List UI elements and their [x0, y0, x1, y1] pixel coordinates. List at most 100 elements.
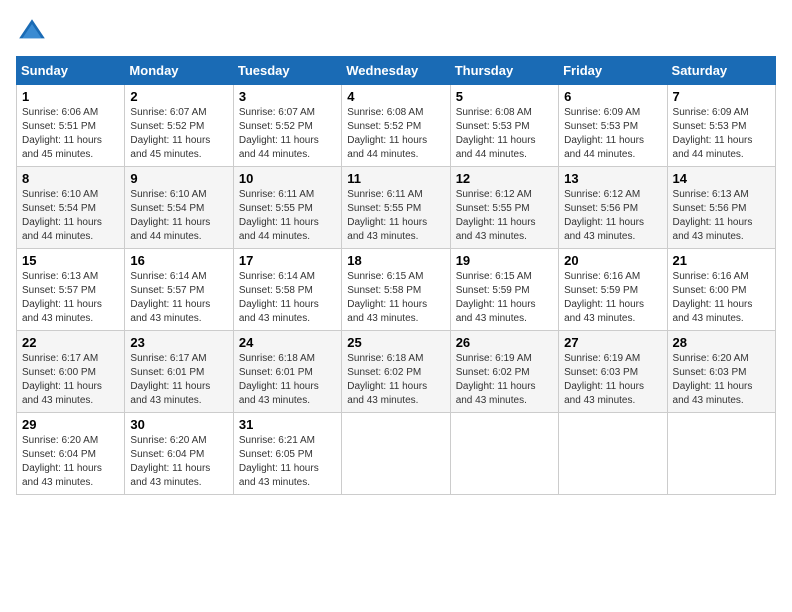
calendar-cell: 4 Sunrise: 6:08 AM Sunset: 5:52 PM Dayli… — [342, 85, 450, 167]
day-info: Sunrise: 6:09 AM Sunset: 5:53 PM Dayligh… — [564, 106, 661, 162]
calendar-cell: 29 Sunrise: 6:20 AM Sunset: 6:04 PM Dayl… — [17, 413, 125, 495]
day-number: 28 — [673, 335, 770, 350]
calendar-cell — [342, 413, 450, 495]
day-number: 21 — [673, 253, 770, 268]
day-info: Sunrise: 6:09 AM Sunset: 5:53 PM Dayligh… — [673, 106, 770, 162]
day-number: 22 — [22, 335, 119, 350]
day-number: 13 — [564, 171, 661, 186]
page-header — [16, 16, 776, 48]
column-header-sunday: Sunday — [17, 57, 125, 85]
calendar-cell: 30 Sunrise: 6:20 AM Sunset: 6:04 PM Dayl… — [125, 413, 233, 495]
column-header-saturday: Saturday — [667, 57, 775, 85]
calendar-cell: 23 Sunrise: 6:17 AM Sunset: 6:01 PM Dayl… — [125, 331, 233, 413]
calendar-cell — [450, 413, 558, 495]
calendar-cell: 6 Sunrise: 6:09 AM Sunset: 5:53 PM Dayli… — [559, 85, 667, 167]
day-number: 18 — [347, 253, 444, 268]
day-number: 11 — [347, 171, 444, 186]
day-number: 19 — [456, 253, 553, 268]
day-number: 16 — [130, 253, 227, 268]
calendar-cell — [667, 413, 775, 495]
day-info: Sunrise: 6:15 AM Sunset: 5:58 PM Dayligh… — [347, 270, 444, 326]
day-info: Sunrise: 6:17 AM Sunset: 6:00 PM Dayligh… — [22, 352, 119, 408]
calendar-cell: 3 Sunrise: 6:07 AM Sunset: 5:52 PM Dayli… — [233, 85, 341, 167]
day-info: Sunrise: 6:20 AM Sunset: 6:03 PM Dayligh… — [673, 352, 770, 408]
day-number: 8 — [22, 171, 119, 186]
day-number: 31 — [239, 417, 336, 432]
day-number: 1 — [22, 89, 119, 104]
day-info: Sunrise: 6:19 AM Sunset: 6:03 PM Dayligh… — [564, 352, 661, 408]
day-number: 23 — [130, 335, 227, 350]
calendar-table: SundayMondayTuesdayWednesdayThursdayFrid… — [16, 56, 776, 495]
day-info: Sunrise: 6:18 AM Sunset: 6:02 PM Dayligh… — [347, 352, 444, 408]
calendar-week-5: 29 Sunrise: 6:20 AM Sunset: 6:04 PM Dayl… — [17, 413, 776, 495]
calendar-cell: 20 Sunrise: 6:16 AM Sunset: 5:59 PM Dayl… — [559, 249, 667, 331]
calendar-cell: 8 Sunrise: 6:10 AM Sunset: 5:54 PM Dayli… — [17, 167, 125, 249]
calendar-cell: 14 Sunrise: 6:13 AM Sunset: 5:56 PM Dayl… — [667, 167, 775, 249]
calendar-cell: 13 Sunrise: 6:12 AM Sunset: 5:56 PM Dayl… — [559, 167, 667, 249]
calendar-cell: 31 Sunrise: 6:21 AM Sunset: 6:05 PM Dayl… — [233, 413, 341, 495]
day-info: Sunrise: 6:16 AM Sunset: 5:59 PM Dayligh… — [564, 270, 661, 326]
day-info: Sunrise: 6:18 AM Sunset: 6:01 PM Dayligh… — [239, 352, 336, 408]
calendar-cell: 9 Sunrise: 6:10 AM Sunset: 5:54 PM Dayli… — [125, 167, 233, 249]
day-number: 6 — [564, 89, 661, 104]
calendar-cell: 24 Sunrise: 6:18 AM Sunset: 6:01 PM Dayl… — [233, 331, 341, 413]
column-header-tuesday: Tuesday — [233, 57, 341, 85]
day-info: Sunrise: 6:07 AM Sunset: 5:52 PM Dayligh… — [239, 106, 336, 162]
column-header-friday: Friday — [559, 57, 667, 85]
day-info: Sunrise: 6:14 AM Sunset: 5:57 PM Dayligh… — [130, 270, 227, 326]
day-number: 12 — [456, 171, 553, 186]
day-info: Sunrise: 6:08 AM Sunset: 5:53 PM Dayligh… — [456, 106, 553, 162]
day-number: 10 — [239, 171, 336, 186]
calendar-cell: 7 Sunrise: 6:09 AM Sunset: 5:53 PM Dayli… — [667, 85, 775, 167]
day-info: Sunrise: 6:21 AM Sunset: 6:05 PM Dayligh… — [239, 434, 336, 490]
day-number: 5 — [456, 89, 553, 104]
calendar-cell: 28 Sunrise: 6:20 AM Sunset: 6:03 PM Dayl… — [667, 331, 775, 413]
logo-icon — [16, 16, 48, 48]
day-info: Sunrise: 6:16 AM Sunset: 6:00 PM Dayligh… — [673, 270, 770, 326]
day-info: Sunrise: 6:10 AM Sunset: 5:54 PM Dayligh… — [22, 188, 119, 244]
calendar-cell — [559, 413, 667, 495]
day-number: 27 — [564, 335, 661, 350]
calendar-week-4: 22 Sunrise: 6:17 AM Sunset: 6:00 PM Dayl… — [17, 331, 776, 413]
day-number: 25 — [347, 335, 444, 350]
day-number: 2 — [130, 89, 227, 104]
calendar-cell: 25 Sunrise: 6:18 AM Sunset: 6:02 PM Dayl… — [342, 331, 450, 413]
calendar-cell: 10 Sunrise: 6:11 AM Sunset: 5:55 PM Dayl… — [233, 167, 341, 249]
calendar-cell: 19 Sunrise: 6:15 AM Sunset: 5:59 PM Dayl… — [450, 249, 558, 331]
day-info: Sunrise: 6:07 AM Sunset: 5:52 PM Dayligh… — [130, 106, 227, 162]
day-number: 4 — [347, 89, 444, 104]
day-number: 17 — [239, 253, 336, 268]
calendar-cell: 16 Sunrise: 6:14 AM Sunset: 5:57 PM Dayl… — [125, 249, 233, 331]
day-info: Sunrise: 6:13 AM Sunset: 5:57 PM Dayligh… — [22, 270, 119, 326]
column-header-monday: Monday — [125, 57, 233, 85]
day-info: Sunrise: 6:12 AM Sunset: 5:56 PM Dayligh… — [564, 188, 661, 244]
calendar-cell: 21 Sunrise: 6:16 AM Sunset: 6:00 PM Dayl… — [667, 249, 775, 331]
day-number: 30 — [130, 417, 227, 432]
day-number: 20 — [564, 253, 661, 268]
calendar-cell: 2 Sunrise: 6:07 AM Sunset: 5:52 PM Dayli… — [125, 85, 233, 167]
day-number: 29 — [22, 417, 119, 432]
logo — [16, 16, 52, 48]
day-info: Sunrise: 6:13 AM Sunset: 5:56 PM Dayligh… — [673, 188, 770, 244]
column-header-thursday: Thursday — [450, 57, 558, 85]
day-info: Sunrise: 6:08 AM Sunset: 5:52 PM Dayligh… — [347, 106, 444, 162]
day-number: 24 — [239, 335, 336, 350]
calendar-cell: 15 Sunrise: 6:13 AM Sunset: 5:57 PM Dayl… — [17, 249, 125, 331]
day-info: Sunrise: 6:11 AM Sunset: 5:55 PM Dayligh… — [239, 188, 336, 244]
day-info: Sunrise: 6:11 AM Sunset: 5:55 PM Dayligh… — [347, 188, 444, 244]
day-number: 9 — [130, 171, 227, 186]
calendar-cell: 12 Sunrise: 6:12 AM Sunset: 5:55 PM Dayl… — [450, 167, 558, 249]
calendar-cell: 26 Sunrise: 6:19 AM Sunset: 6:02 PM Dayl… — [450, 331, 558, 413]
column-header-wednesday: Wednesday — [342, 57, 450, 85]
calendar-cell: 27 Sunrise: 6:19 AM Sunset: 6:03 PM Dayl… — [559, 331, 667, 413]
calendar-week-2: 8 Sunrise: 6:10 AM Sunset: 5:54 PM Dayli… — [17, 167, 776, 249]
day-info: Sunrise: 6:15 AM Sunset: 5:59 PM Dayligh… — [456, 270, 553, 326]
calendar-week-1: 1 Sunrise: 6:06 AM Sunset: 5:51 PM Dayli… — [17, 85, 776, 167]
day-info: Sunrise: 6:12 AM Sunset: 5:55 PM Dayligh… — [456, 188, 553, 244]
day-number: 7 — [673, 89, 770, 104]
calendar-header-row: SundayMondayTuesdayWednesdayThursdayFrid… — [17, 57, 776, 85]
day-info: Sunrise: 6:20 AM Sunset: 6:04 PM Dayligh… — [130, 434, 227, 490]
day-number: 26 — [456, 335, 553, 350]
calendar-cell: 1 Sunrise: 6:06 AM Sunset: 5:51 PM Dayli… — [17, 85, 125, 167]
day-info: Sunrise: 6:10 AM Sunset: 5:54 PM Dayligh… — [130, 188, 227, 244]
